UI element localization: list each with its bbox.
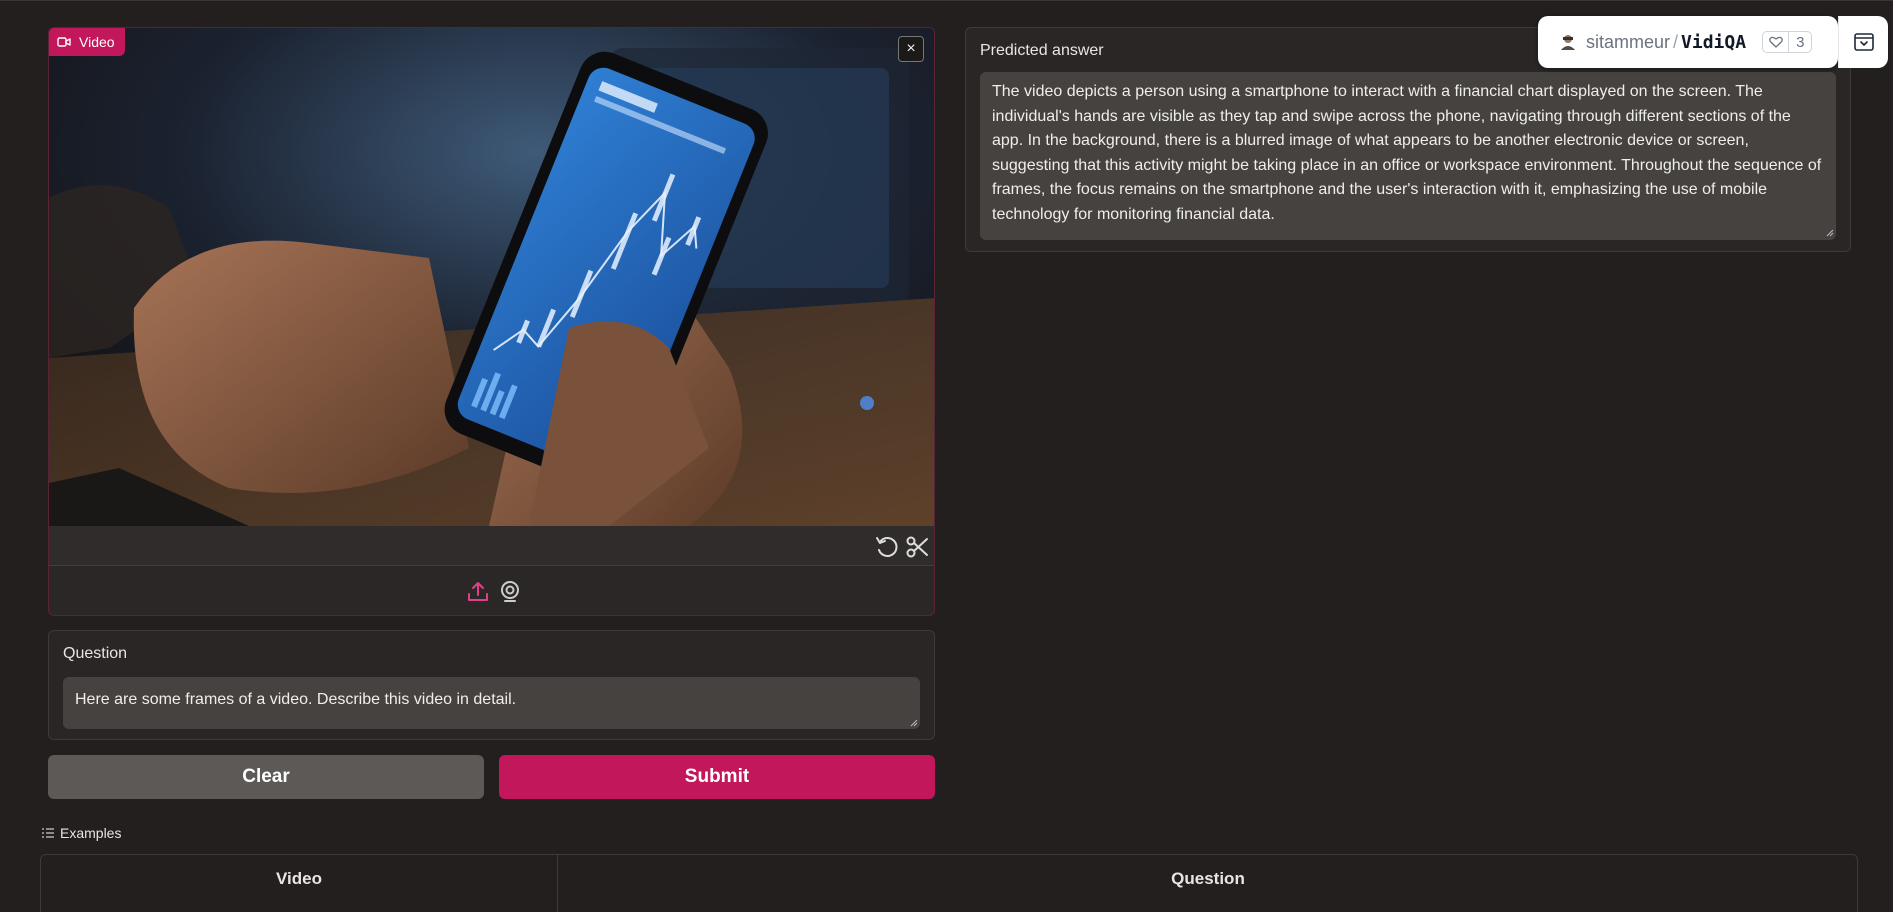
chevron-down-icon — [1853, 33, 1874, 51]
answer-label: Predicted answer — [980, 42, 1104, 59]
close-icon: × — [906, 40, 916, 57]
submit-button[interactable]: Submit — [499, 755, 935, 799]
source-selector — [49, 567, 934, 615]
repo-name[interactable]: VidiQA — [1681, 32, 1746, 53]
webcam-icon[interactable] — [497, 579, 523, 605]
video-thumbnail-image — [49, 28, 934, 526]
video-label-badge: Video — [49, 28, 125, 56]
answer-textarea[interactable]: The video depicts a person using a smart… — [980, 72, 1836, 240]
question-label: Question — [63, 645, 128, 662]
examples-column-question: Question — [559, 855, 1857, 912]
clear-button[interactable]: Clear — [48, 755, 484, 799]
video-icon — [57, 37, 71, 47]
video-preview[interactable] — [49, 28, 934, 526]
column-header: Video — [276, 869, 322, 888]
collapse-header-button[interactable] — [1838, 16, 1888, 68]
video-component: Video × — [48, 27, 935, 616]
close-video-button[interactable]: × — [898, 36, 924, 62]
resize-handle-icon[interactable] — [1824, 227, 1834, 237]
examples-column-video: Video — [41, 855, 558, 912]
examples-table: Video Question — [40, 854, 1858, 912]
upload-icon[interactable] — [465, 579, 491, 605]
video-toolbar — [49, 526, 934, 566]
question-textarea[interactable]: Here are some frames of a video. Describ… — [63, 677, 920, 729]
video-label-text: Video — [79, 34, 115, 50]
like-button[interactable]: 3 — [1762, 31, 1813, 53]
column-header: Question — [1171, 869, 1245, 888]
like-count: 3 — [1796, 33, 1805, 51]
path-separator: / — [1673, 31, 1679, 52]
avatar — [1561, 35, 1575, 50]
list-icon — [42, 828, 54, 838]
owner-name[interactable]: sitammeur — [1586, 32, 1670, 53]
scissors-icon[interactable] — [904, 534, 930, 560]
resize-handle-icon[interactable] — [908, 717, 918, 727]
top-divider — [0, 0, 1893, 1]
undo-icon[interactable] — [874, 534, 900, 560]
space-header: sitammeur / VidiQA 3 — [1538, 16, 1838, 68]
examples-header: Examples — [42, 825, 121, 841]
heart-icon — [1763, 32, 1790, 52]
examples-title: Examples — [60, 825, 122, 841]
question-block: Question Here are some frames of a video… — [48, 630, 935, 740]
